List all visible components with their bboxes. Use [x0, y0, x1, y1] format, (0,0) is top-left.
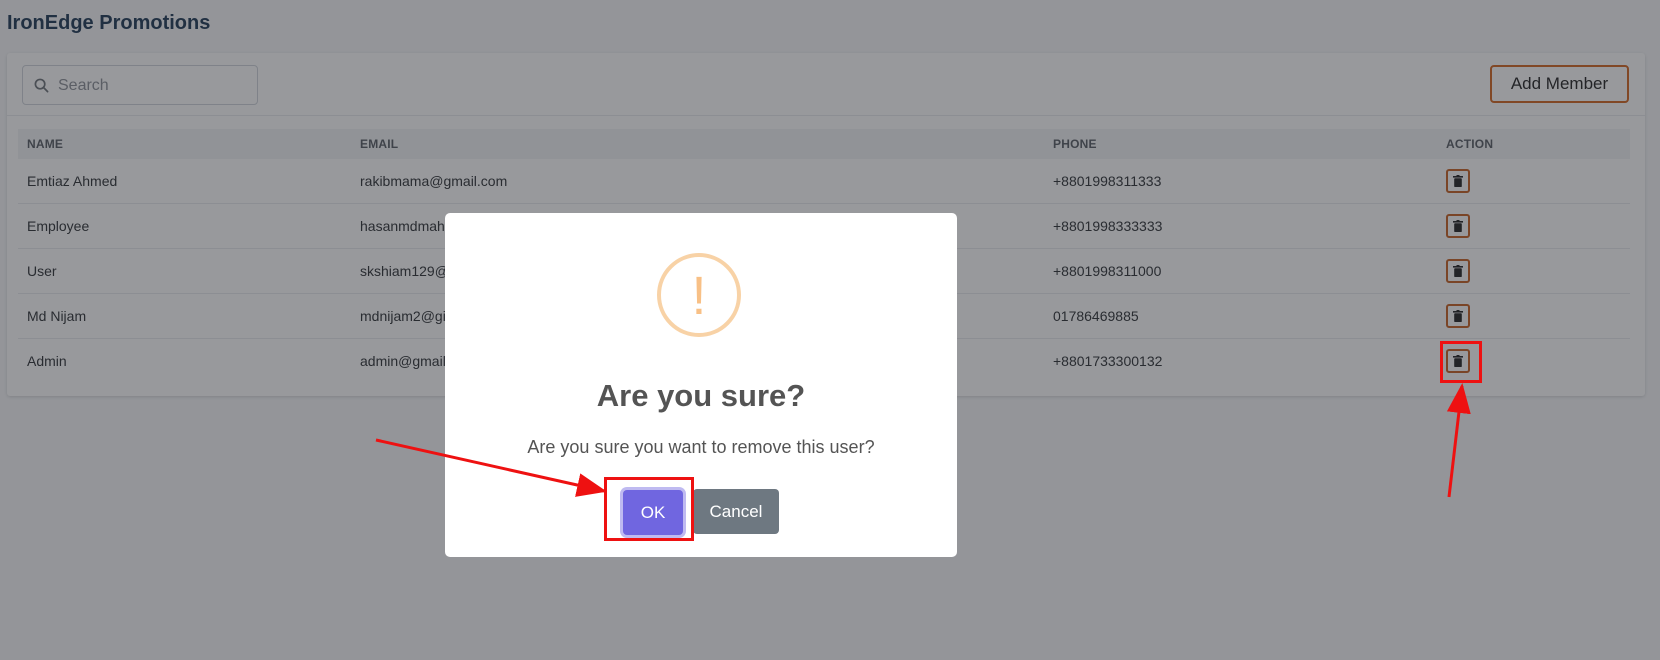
arrow-to-delete-button	[1446, 383, 1471, 498]
annotation-arrows	[375, 383, 1471, 498]
arrow-to-ok-button	[375, 438, 607, 497]
members-page: IronEdge Promotions Add Member NAME EMAI…	[0, 0, 1660, 660]
